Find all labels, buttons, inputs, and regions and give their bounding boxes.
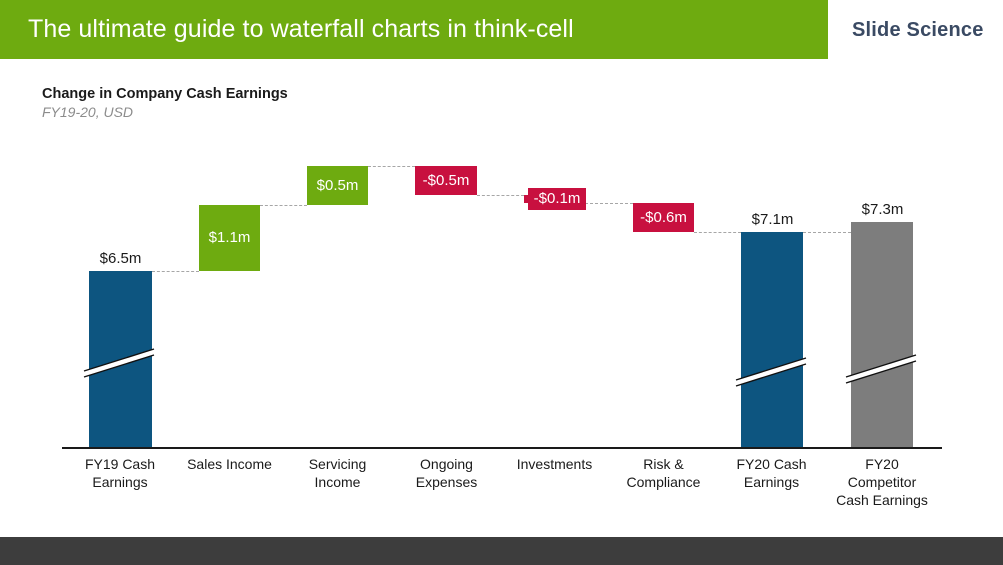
footer-banner (0, 537, 1003, 565)
connector-5 (585, 203, 633, 204)
category-line: Sales Income (187, 456, 272, 472)
connector-4 (477, 195, 524, 196)
bar-label-fy20-cash-earnings: $7.1m (751, 211, 794, 228)
bar-ongoing-expenses[interactable]: -$0.5m (415, 166, 477, 195)
bar-fy20-competitor-cash-earnings[interactable] (851, 222, 913, 447)
bar-label-investments: -$0.1m (528, 188, 586, 210)
connector-7 (803, 232, 851, 233)
category-label-fy20-cash-earnings: FY20 Cash Earnings (711, 455, 832, 491)
category-line: Expenses (415, 474, 478, 490)
connector-2 (260, 205, 307, 206)
bar-label-ongoing-expenses: -$0.5m (422, 172, 470, 189)
bar-label-fy19-cash-earnings: $6.5m (99, 250, 142, 267)
bar-label-risk-compliance: -$0.6m (640, 209, 687, 226)
connector-3 (368, 166, 415, 167)
category-line: FY20 Cash (736, 456, 807, 472)
category-label-investments: Investments (494, 455, 615, 473)
category-label-servicing-income: Servicing Income (277, 455, 398, 491)
waterfall-chart: $6.5m $1.1m $0.5m -$0.5m -$0.1m -$0.6m $… (0, 0, 1003, 520)
category-line: Ongoing (420, 456, 473, 472)
bar-servicing-income[interactable]: $0.5m (307, 166, 368, 205)
value-axis-baseline (62, 447, 942, 449)
bar-label-servicing-income: $0.5m (316, 177, 359, 194)
bar-label-sales-income: $1.1m (208, 229, 251, 246)
category-label-sales-income: Sales Income (169, 455, 290, 473)
category-line: Compliance (626, 474, 701, 490)
category-label-risk-compliance: Risk & Compliance (603, 455, 724, 491)
bar-label-fy20-competitor-cash-earnings: $7.3m (861, 201, 904, 218)
category-line: FY19 Cash (84, 456, 156, 472)
footer-copyright: © Slide Science (867, 5, 957, 19)
category-label-fy20-competitor-cash-earnings: FY20 Competitor Cash Earnings (820, 455, 944, 509)
bar-fy20-cash-earnings[interactable] (741, 232, 803, 447)
category-line: Income (314, 474, 361, 490)
bar-fy19-cash-earnings[interactable] (89, 271, 152, 447)
category-line: Competitor (847, 474, 917, 490)
category-label-ongoing-expenses: Ongoing Expenses (386, 455, 507, 491)
connector-6 (694, 232, 741, 233)
category-line: FY20 (865, 456, 899, 472)
category-label-fy19-cash-earnings: FY19 Cash Earnings (60, 455, 180, 491)
category-line: Servicing (308, 456, 367, 472)
category-line: Risk & (643, 456, 684, 472)
bar-risk-compliance[interactable]: -$0.6m (633, 203, 694, 232)
category-line: Earnings (743, 474, 800, 490)
category-line: Cash Earnings (836, 492, 928, 508)
bar-sales-income[interactable]: $1.1m (199, 205, 260, 271)
category-line: Earnings (92, 474, 148, 490)
connector-1 (152, 271, 199, 272)
category-line: Investments (516, 456, 593, 472)
